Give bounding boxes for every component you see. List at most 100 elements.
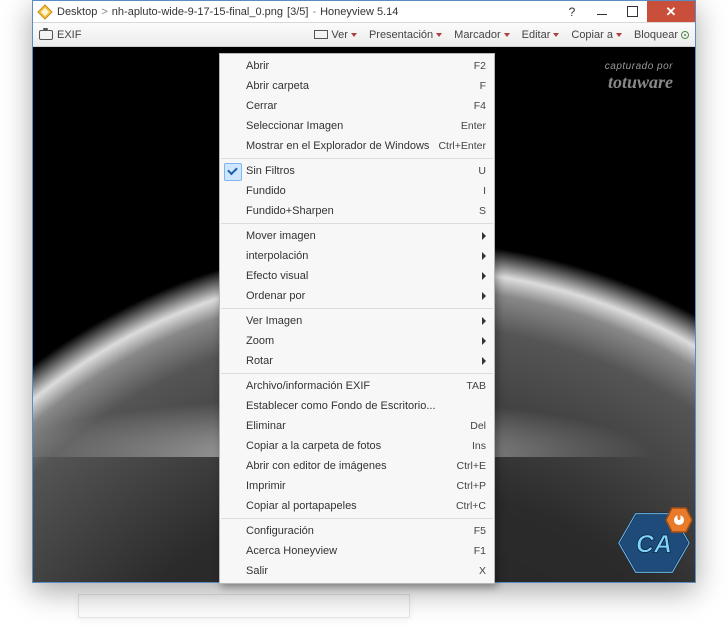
menu-item[interactable]: Sin FiltrosU [220,161,494,181]
watermark-top: capturado por totuware [605,61,673,93]
marcador-menu[interactable]: Marcador [454,29,509,41]
menu-item-label: Seleccionar Imagen [246,120,461,132]
menu-item[interactable]: Establecer como Fondo de Escritorio... [220,396,494,416]
presentacion-menu[interactable]: Presentación [369,29,442,41]
submenu-arrow-icon [482,357,486,365]
menu-item[interactable]: Fundido+SharpenS [220,201,494,221]
menu-item[interactable]: Ordenar por [220,286,494,306]
ca-badge-text: CA [636,531,672,559]
menu-item[interactable]: interpolación [220,246,494,266]
presentacion-label: Presentación [369,29,433,41]
menu-item[interactable]: Archivo/información EXIFTAB [220,376,494,396]
menu-item-label: Copiar al portapapeles [246,500,456,512]
ca-small-icon [665,506,693,534]
bloquear-button[interactable]: Bloquear [634,29,689,41]
menu-item-label: Rotar [246,355,476,367]
menu-item[interactable]: CerrarF4 [220,96,494,116]
menu-item[interactable]: AbrirF2 [220,56,494,76]
menu-item-shortcut: Ctrl+P [457,480,486,492]
menu-item[interactable]: Efecto visual [220,266,494,286]
menu-item[interactable]: ConfiguraciónF5 [220,521,494,541]
menu-item-shortcut: S [479,205,486,217]
menu-item-label: Mover imagen [246,230,476,242]
submenu-arrow-icon [482,292,486,300]
menu-item-label: Abrir carpeta [246,80,480,92]
menu-item-label: Establecer como Fondo de Escritorio... [246,400,486,412]
menu-item-label: interpolación [246,250,476,262]
toolbar: EXIF Ver Presentación Marcador E [33,23,695,47]
exif-button[interactable]: EXIF [39,29,81,41]
menu-item-label: Abrir con editor de imágenes [246,460,457,472]
menu-item-label: Zoom [246,335,476,347]
menu-item[interactable]: SalirX [220,561,494,581]
menu-separator [221,223,493,224]
menu-item[interactable]: Zoom [220,331,494,351]
menu-item[interactable]: Ver Imagen [220,311,494,331]
menu-item[interactable]: EliminarDel [220,416,494,436]
chevron-down-icon [616,33,622,37]
menu-item[interactable]: Rotar [220,351,494,371]
camera-icon [39,30,53,40]
copiar-menu[interactable]: Copiar a [571,29,622,41]
menu-item-shortcut: Enter [461,120,486,132]
chevron-down-icon [351,33,357,37]
background-window-ghost [78,594,410,618]
minimize-button[interactable] [587,1,617,22]
help-button[interactable] [557,1,587,22]
menu-item-shortcut: F2 [474,60,486,72]
title-path-prefix: Desktop [57,6,97,18]
editar-menu[interactable]: Editar [522,29,560,41]
ca-badge: CA [617,510,691,576]
menu-item-label: Cerrar [246,100,474,112]
title-dash: - [312,6,316,18]
menu-item[interactable]: Mover imagen [220,226,494,246]
menu-item-label: Salir [246,565,479,577]
editar-label: Editar [522,29,551,41]
menu-item-label: Ordenar por [246,290,476,302]
menu-item[interactable]: FundidoI [220,181,494,201]
ver-menu[interactable]: Ver [314,29,357,41]
maximize-button[interactable] [617,1,647,22]
app-icon [37,4,53,20]
menu-item[interactable]: Abrir carpetaF [220,76,494,96]
close-button[interactable]: ✕ [647,1,695,22]
titlebar[interactable]: Desktop > nh-apluto-wide-9-17-15-final_0… [33,1,695,23]
menu-item[interactable]: Copiar a la carpeta de fotosIns [220,436,494,456]
menu-item-shortcut: F1 [474,545,486,557]
menu-item-label: Ver Imagen [246,315,476,327]
menu-item-label: Eliminar [246,420,470,432]
menu-item[interactable]: Acerca HoneyviewF1 [220,541,494,561]
lock-icon [681,31,689,39]
submenu-arrow-icon [482,317,486,325]
menu-separator [221,373,493,374]
menu-item-shortcut: F [480,80,486,92]
window-title: Desktop > nh-apluto-wide-9-17-15-final_0… [57,6,398,18]
exif-label: EXIF [57,29,81,41]
menu-separator [221,518,493,519]
title-app: Honeyview 5.14 [320,6,398,18]
window-controls: ✕ [557,1,695,22]
menu-item[interactable]: Copiar al portapapelesCtrl+C [220,496,494,516]
menu-item[interactable]: Mostrar en el Explorador de WindowsCtrl+… [220,136,494,156]
menu-item[interactable]: ImprimirCtrl+P [220,476,494,496]
menu-item[interactable]: Abrir con editor de imágenesCtrl+E [220,456,494,476]
title-sep: > [101,6,107,18]
menu-item-shortcut: TAB [466,380,486,392]
menu-item-shortcut: Ins [472,440,486,452]
submenu-arrow-icon [482,272,486,280]
menu-item-shortcut: F4 [474,100,486,112]
menu-item-label: Configuración [246,525,474,537]
menu-item-shortcut: Ctrl+C [456,500,486,512]
menu-item-label: Mostrar en el Explorador de Windows [246,140,438,152]
ver-label: Ver [331,29,348,41]
context-menu: AbrirF2Abrir carpetaFCerrarF4Seleccionar… [219,53,495,584]
chevron-down-icon [436,33,442,37]
menu-item-shortcut: Del [470,420,486,432]
menu-item[interactable]: Seleccionar ImagenEnter [220,116,494,136]
menu-separator [221,308,493,309]
view-rect-icon [314,30,328,39]
submenu-arrow-icon [482,337,486,345]
menu-item-shortcut: U [478,165,486,177]
menu-item-label: Fundido+Sharpen [246,205,479,217]
menu-item-shortcut: X [479,565,486,577]
